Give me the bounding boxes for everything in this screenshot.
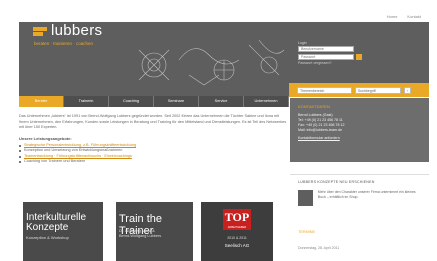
contact-mail[interactable]: Mail: info@lubbers-team.de [298, 128, 421, 133]
search-bar: Themenbereich Suchbegriff › [289, 83, 429, 97]
service-link[interactable]: Teamentwicklung · Führungskräftenachwuch… [24, 154, 132, 158]
list-item: Coaching von Trainern und Beratern [19, 159, 287, 165]
toplink-contact[interactable]: Kontakt [407, 14, 421, 19]
header-sketch-illustration [138, 39, 285, 86]
nav-item-berater[interactable]: Berater [19, 96, 64, 107]
tile-year: 2010 & 2011 [227, 236, 247, 240]
search-icon[interactable]: › [404, 86, 411, 94]
category-select[interactable]: Themenbereich [297, 86, 352, 94]
tile-subtitle: Konzeption & Workshop [26, 235, 69, 240]
news-thumbnail[interactable] [298, 190, 313, 206]
nav-item-trainerin[interactable]: Trainerin [64, 96, 109, 107]
main-nav: Berater Trainerin Coaching Seminare Serv… [19, 96, 289, 107]
nav-item-seminare[interactable]: Seminare [154, 96, 199, 107]
username-field[interactable] [298, 46, 354, 52]
promo-tile-interkulturell[interactable]: Interkulturelle Konzepte Konzeption & Wor… [23, 202, 103, 261]
forgot-password-link[interactable]: Passwort vergessen? [298, 61, 390, 65]
promo-tile-train-the-trainer[interactable]: Train the Trainer Dr. Wolfgang Menz & Ber… [116, 202, 193, 261]
contact-title: KONTAKTDATEN [298, 104, 330, 109]
login-label: Login [298, 41, 307, 45]
nav-item-service[interactable]: Service [199, 96, 244, 107]
tile-title: Interkulturelle Konzepte [26, 212, 87, 233]
events-title: TERMINE [298, 230, 316, 234]
promo-tiles: Interkulturelle Konzepte Konzeption & Wor… [19, 202, 289, 261]
news-box: LUBBERS KONZEPTE NEU ERSCHIENEN Mehr übe… [290, 174, 429, 226]
sidebar: KONTAKTDATEN Bernd Lubbers (Gast) Tel: +… [290, 98, 429, 254]
toplink-home[interactable]: Home [387, 14, 398, 19]
top-links: Home Kontakt [387, 14, 421, 19]
services-heading: Unsere Leistungsangebote: [19, 135, 72, 141]
top-award-logo: TOP [223, 209, 251, 225]
contact-box: KONTAKTDATEN Bernd Lubbers (Gast) Tel: +… [290, 98, 429, 162]
events-box: TERMINE Donnerstag, 28. April 2011 [290, 226, 429, 254]
nav-item-unternehmen[interactable]: Unternehmen [244, 96, 289, 107]
event-date: Donnerstag, 28. April 2011 [298, 246, 340, 250]
login-panel: Login Passwort vergessen? [298, 41, 390, 65]
top-award-sub: ARBEITGEBER [223, 225, 251, 230]
tile-subtitle: Dr. Wolfgang Menz & Bernd-Wolfgang Lubber… [119, 229, 162, 238]
logo-text[interactable]: lubbers [51, 22, 102, 39]
tile-location: Seelisch AG [224, 243, 250, 248]
top-bar: Home Kontakt [0, 0, 437, 22]
news-text: Mehr über den Charakter unserer Firma un… [317, 190, 416, 199]
service-link[interactable]: Strategische Personalentwicklung, z.B. F… [24, 143, 136, 147]
tagline: beraten · trainieren · coachen [34, 41, 94, 46]
password-field[interactable] [298, 54, 354, 60]
services-list: Strategische Personalentwicklung, z.B. F… [19, 143, 287, 165]
promo-tile-top-arbeitgeber[interactable]: TOP ARBEITGEBER 2010 & 2011 Seelisch AG [201, 202, 273, 261]
news-title: LUBBERS KONZEPTE NEU ERSCHIENEN [298, 180, 375, 184]
contact-form-link[interactable]: Kontaktformular anfordern [298, 136, 421, 141]
main-content: Das Unternehmen „lubbers“ ist 1991 von B… [19, 114, 287, 165]
login-submit-button[interactable] [356, 54, 362, 60]
search-input[interactable]: Suchbegriff [355, 86, 401, 94]
logo-icon[interactable] [33, 27, 47, 37]
nav-item-coaching[interactable]: Coaching [109, 96, 154, 107]
intro-text: Das Unternehmen „lubbers“ ist 1991 von B… [19, 114, 287, 129]
